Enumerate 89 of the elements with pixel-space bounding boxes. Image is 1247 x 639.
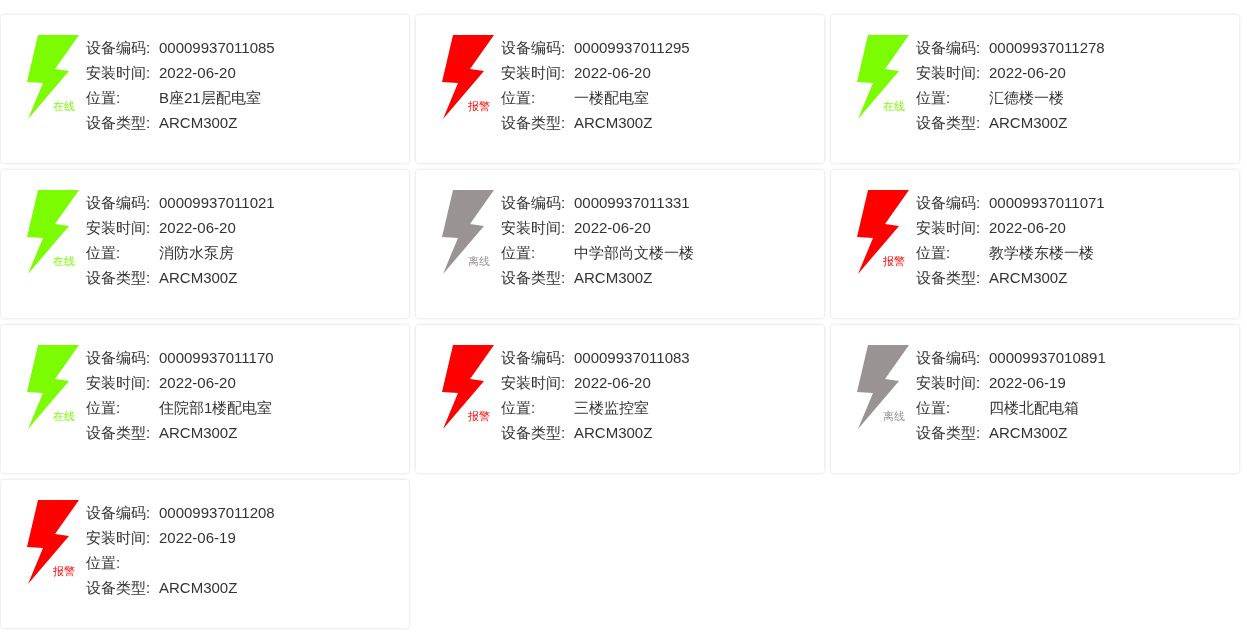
field-label: 安装时间: xyxy=(86,528,152,548)
field-label: 位置: xyxy=(501,398,537,418)
status-label: 离线 xyxy=(468,256,490,267)
field-label: 设备类型: xyxy=(86,113,152,133)
field-label: 位置: xyxy=(916,88,952,108)
field-label: 设备编码: xyxy=(86,348,152,368)
field-label: 安装时间: xyxy=(86,218,152,238)
field-label: 安装时间: xyxy=(501,218,567,238)
field-label: 位置: xyxy=(86,88,122,108)
status-label: 在线 xyxy=(53,101,75,112)
field-value: 2022-06-20 xyxy=(159,373,236,393)
field-value: ARCM300Z xyxy=(159,578,238,598)
field-value: 教学楼东楼一楼 xyxy=(989,243,1094,263)
field-label: 位置: xyxy=(86,243,122,263)
field-value: 00009937011331 xyxy=(574,193,690,213)
field-value: 2022-06-20 xyxy=(159,218,236,238)
field-label: 位置: xyxy=(501,88,537,108)
field-label: 安装时间: xyxy=(916,218,982,238)
field-value: 00009937011170 xyxy=(159,348,274,368)
field-value: 00009937011085 xyxy=(159,38,275,58)
field-label: 设备编码: xyxy=(501,193,567,213)
field-value: 四楼北配电箱 xyxy=(989,398,1079,418)
field-label: 位置: xyxy=(501,243,537,263)
field-value: 汇德楼一楼 xyxy=(989,88,1064,108)
field-value: 2022-06-20 xyxy=(159,63,236,83)
field-value: 中学部尚文楼一楼 xyxy=(574,243,694,263)
field-label: 设备类型: xyxy=(916,423,982,443)
status-label: 报警 xyxy=(468,411,490,422)
field-value: 消防水泵房 xyxy=(159,243,234,263)
field-label: 安装时间: xyxy=(86,373,152,393)
field-value: ARCM300Z xyxy=(989,423,1068,443)
field-value: 00009937010891 xyxy=(989,348,1106,368)
field-label: 设备编码: xyxy=(916,193,982,213)
field-value: 2022-06-19 xyxy=(989,373,1066,393)
field-value: 2022-06-20 xyxy=(574,63,651,83)
field-label: 设备类型: xyxy=(501,113,567,133)
field-value: ARCM300Z xyxy=(574,113,653,133)
field-value: B座21层配电室 xyxy=(159,88,261,108)
field-value: 住院部1楼配电室 xyxy=(159,398,273,418)
field-value: ARCM300Z xyxy=(574,423,653,443)
field-label: 设备编码: xyxy=(501,348,567,368)
field-value: ARCM300Z xyxy=(159,113,238,133)
field-label: 设备类型: xyxy=(501,423,567,443)
field-label: 设备类型: xyxy=(86,268,152,288)
field-value: 2022-06-20 xyxy=(574,218,651,238)
field-label: 安装时间: xyxy=(501,373,567,393)
field-label: 设备类型: xyxy=(501,268,567,288)
status-label: 报警 xyxy=(883,256,905,267)
field-value: 00009937011021 xyxy=(159,193,275,213)
field-value: ARCM300Z xyxy=(159,423,238,443)
field-value: 2022-06-19 xyxy=(159,528,236,548)
field-label: 位置: xyxy=(86,398,122,418)
field-label: 安装时间: xyxy=(916,63,982,83)
field-value: 00009937011083 xyxy=(574,348,690,368)
field-label: 设备类型: xyxy=(86,578,152,598)
field-value: 2022-06-20 xyxy=(989,218,1066,238)
field-label: 安装时间: xyxy=(501,63,567,83)
field-value: ARCM300Z xyxy=(574,268,653,288)
field-value: 三楼监控室 xyxy=(574,398,649,418)
field-value: 00009937011278 xyxy=(989,38,1105,58)
field-value: 一楼配电室 xyxy=(574,88,649,108)
field-label: 安装时间: xyxy=(916,373,982,393)
status-label: 在线 xyxy=(53,411,75,422)
field-value: 00009937011295 xyxy=(574,38,690,58)
field-label: 设备编码: xyxy=(86,193,152,213)
field-label: 位置: xyxy=(916,243,952,263)
field-value: ARCM300Z xyxy=(159,268,238,288)
field-label: 设备编码: xyxy=(86,503,152,523)
status-label: 离线 xyxy=(883,411,905,422)
field-label: 设备类型: xyxy=(916,113,982,133)
status-label: 在线 xyxy=(53,256,75,267)
field-label: 设备类型: xyxy=(916,268,982,288)
field-value: ARCM300Z xyxy=(989,113,1068,133)
field-value: 2022-06-20 xyxy=(574,373,651,393)
field-label: 设备编码: xyxy=(916,38,982,58)
field-label: 设备类型: xyxy=(86,423,152,443)
field-label: 位置: xyxy=(86,553,122,573)
status-label: 在线 xyxy=(883,101,905,112)
field-value: 2022-06-20 xyxy=(989,63,1066,83)
field-label: 设备编码: xyxy=(501,38,567,58)
status-label: 报警 xyxy=(468,101,490,112)
field-label: 位置: xyxy=(916,398,952,418)
field-value: ARCM300Z xyxy=(989,268,1068,288)
field-label: 设备编码: xyxy=(86,38,152,58)
field-value: 00009937011208 xyxy=(159,503,275,523)
status-label: 报警 xyxy=(53,566,75,577)
field-value: 00009937011071 xyxy=(989,193,1105,213)
field-label: 安装时间: xyxy=(86,63,152,83)
field-label: 设备编码: xyxy=(916,348,982,368)
